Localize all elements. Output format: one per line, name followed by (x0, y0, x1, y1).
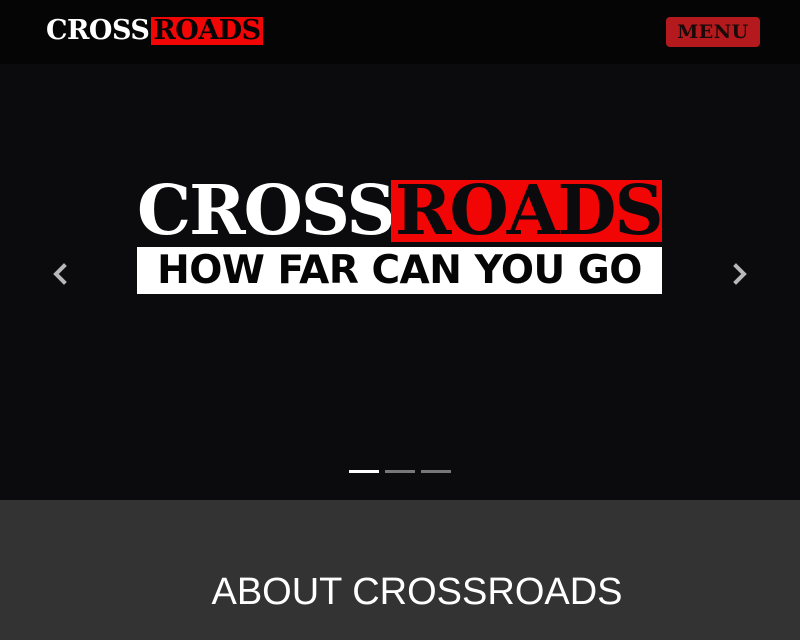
brand-logo-red-text: ROADS (151, 15, 263, 46)
carousel-indicators (349, 470, 451, 473)
hero-carousel: CROSS ROADS HOW FAR CAN YOU GO (0, 64, 800, 500)
about-title: ABOUT CROSSROADS (211, 571, 623, 613)
carousel-prev-button[interactable] (40, 254, 80, 294)
carousel-indicator-3[interactable] (421, 470, 451, 473)
carousel-indicator-2[interactable] (385, 470, 415, 473)
hero-logo-red-text: ROADS (391, 180, 662, 242)
carousel-indicator-1[interactable] (349, 470, 379, 473)
brand-logo-white-text: CROSS (46, 15, 150, 46)
about-section: ABOUT CROSSROADS (0, 500, 800, 640)
brand-logo-link[interactable]: CROSS ROADS (46, 17, 263, 45)
hero-logo: CROSS ROADS HOW FAR CAN YOU GO (137, 180, 662, 294)
top-navbar: CROSS ROADS MENU (0, 0, 800, 64)
hero-logo-wordmark: CROSS ROADS (137, 180, 662, 242)
chevron-right-icon (733, 263, 747, 285)
chevron-left-icon (53, 263, 67, 285)
hero-tagline: HOW FAR CAN YOU GO (137, 247, 662, 294)
carousel-next-button[interactable] (720, 254, 760, 294)
hero-logo-white-text: CROSS (137, 180, 391, 242)
menu-button[interactable]: MENU (666, 17, 760, 47)
